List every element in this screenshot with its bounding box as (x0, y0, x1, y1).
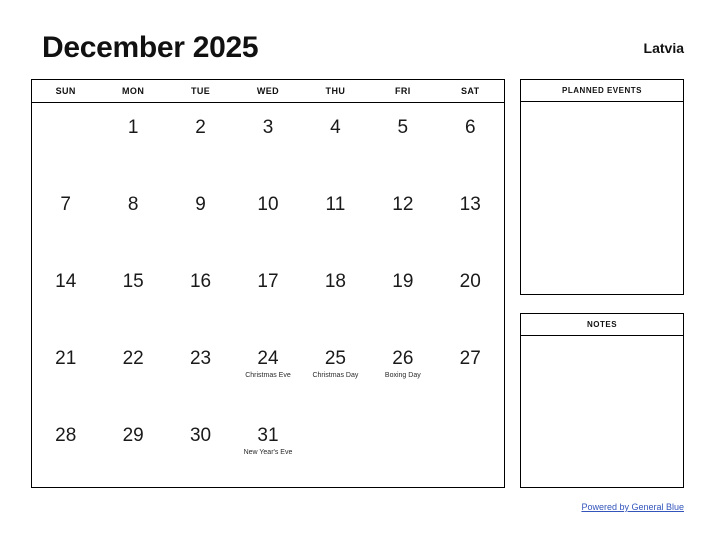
weekday-header-tue: TUE (190, 86, 211, 96)
day-number: 5 (397, 117, 409, 138)
calendar-week-row: 7 8 9 10 11 12 13 (32, 180, 504, 257)
calendar-day-cell[interactable]: 5 (369, 103, 436, 180)
weekday-header-wed: WED (256, 86, 280, 96)
powered-by-link[interactable]: Powered by General Blue (581, 502, 684, 512)
calendar-week-row: 1 2 3 4 5 6 (32, 103, 504, 180)
page-title: December 2025 (42, 31, 259, 64)
calendar-day-cell[interactable]: 14 (32, 257, 99, 334)
calendar-day-cell[interactable]: 23 (167, 334, 234, 411)
day-event-label: New Year's Eve (243, 449, 293, 456)
calendar-day-cell[interactable]: 21 (32, 334, 99, 411)
calendar-day-cell[interactable]: 8 (99, 180, 166, 257)
calendar-week-row: 28 29 30 31 New Year's Eve (32, 411, 504, 488)
day-event-label: Boxing Day (384, 372, 421, 379)
day-number: 23 (189, 348, 212, 369)
calendar-day-cell-empty (369, 411, 436, 488)
calendar-day-cell[interactable]: 12 (369, 180, 436, 257)
calendar-day-cell[interactable]: 30 (167, 411, 234, 488)
day-number: 3 (262, 117, 274, 138)
day-number: 25 (324, 348, 346, 369)
calendar-day-cell[interactable]: 22 (99, 334, 166, 411)
calendar-weeks: 1 2 3 4 5 6 7 8 9 10 11 12 13 14 15 16 17 18 19 20 21 22 23 24 C… (32, 103, 504, 488)
day-number: 24 (257, 348, 279, 369)
day-number: 19 (392, 271, 414, 292)
weekday-header-mon: MON (122, 86, 145, 96)
day-number: 10 (257, 194, 279, 215)
weekday-header-fri: FRI (394, 86, 411, 96)
notes-title: NOTES (521, 314, 683, 336)
day-number: 18 (324, 271, 346, 292)
day-number: 31 (257, 425, 279, 446)
day-number: 26 (392, 348, 414, 369)
country-label: Latvia (643, 40, 684, 56)
day-number: 21 (55, 348, 77, 369)
calendar-day-cell[interactable]: 27 (437, 334, 504, 411)
day-number: 29 (122, 425, 144, 446)
calendar-day-cell-empty (302, 411, 369, 488)
calendar-day-cell[interactable]: 26 Boxing Day (369, 334, 436, 411)
notes-body[interactable] (521, 336, 683, 487)
calendar-day-cell[interactable]: 19 (369, 257, 436, 334)
calendar-day-cell[interactable]: 20 (437, 257, 504, 334)
day-event-label: Christmas Eve (245, 372, 291, 379)
day-number: 9 (195, 194, 206, 215)
planned-events-title: PLANNED EVENTS (521, 80, 683, 102)
day-number: 11 (325, 194, 346, 215)
calendar-day-cell-empty (32, 103, 99, 180)
calendar-day-cell[interactable]: 25 Christmas Day (302, 334, 369, 411)
day-number: 4 (330, 117, 341, 138)
calendar-day-cell[interactable]: 2 (167, 103, 234, 180)
calendar-day-cell[interactable]: 29 (99, 411, 166, 488)
calendar-day-cell-empty (437, 411, 504, 488)
planned-events-panel: PLANNED EVENTS (520, 79, 684, 295)
day-number: 22 (122, 348, 144, 369)
planned-events-body[interactable] (521, 102, 683, 294)
calendar-day-cell[interactable]: 10 (234, 180, 301, 257)
day-number: 15 (122, 271, 144, 292)
calendar-day-cell[interactable]: 7 (32, 180, 99, 257)
calendar-day-cell[interactable]: 28 (32, 411, 99, 488)
weekday-header-sun: SUN (55, 86, 76, 96)
calendar-day-cell[interactable]: 11 (302, 180, 369, 257)
day-number: 20 (459, 271, 481, 292)
day-number: 14 (55, 271, 77, 292)
day-number: 17 (257, 271, 279, 292)
footer: Powered by General Blue (520, 497, 684, 515)
day-number: 1 (127, 117, 139, 138)
calendar-day-cell[interactable]: 15 (99, 257, 166, 334)
weekday-header-row: SUN MON TUE WED THU FRI SAT (32, 80, 504, 103)
calendar-day-cell[interactable]: 1 (99, 103, 166, 180)
day-number: 7 (60, 194, 71, 215)
calendar-day-cell[interactable]: 9 (167, 180, 234, 257)
day-number: 13 (459, 194, 481, 215)
day-number: 12 (392, 194, 414, 215)
calendar-day-cell[interactable]: 18 (302, 257, 369, 334)
page-header: December 2025 Latvia (42, 30, 684, 70)
day-event-label: Christmas Day (312, 372, 359, 379)
notes-panel: NOTES (520, 313, 684, 488)
day-number: 2 (195, 117, 206, 138)
calendar-week-row: 14 15 16 17 18 19 20 (32, 257, 504, 334)
calendar-day-cell[interactable]: 31 New Year's Eve (234, 411, 301, 488)
weekday-header-sat: SAT (460, 86, 480, 96)
day-number: 8 (127, 194, 139, 215)
calendar-day-cell[interactable]: 16 (167, 257, 234, 334)
calendar-day-cell[interactable]: 6 (437, 103, 504, 180)
day-number: 30 (189, 425, 212, 446)
day-number: 28 (55, 425, 77, 446)
calendar-grid: SUN MON TUE WED THU FRI SAT 1 2 3 4 5 6 7 8 9 10 11 12 13 1… (31, 79, 505, 488)
calendar-day-cell[interactable]: 3 (234, 103, 301, 180)
calendar-week-row: 21 22 23 24 Christmas Eve 25 Christmas Day 26 Bo… (32, 334, 504, 411)
weekday-header-thu: THU (325, 86, 346, 96)
calendar-day-cell[interactable]: 17 (234, 257, 301, 334)
day-number: 16 (189, 271, 212, 292)
calendar-day-cell[interactable]: 4 (302, 103, 369, 180)
calendar-day-cell[interactable]: 24 Christmas Eve (234, 334, 301, 411)
day-number: 6 (464, 117, 476, 138)
day-number: 27 (459, 348, 481, 369)
calendar-day-cell[interactable]: 13 (437, 180, 504, 257)
